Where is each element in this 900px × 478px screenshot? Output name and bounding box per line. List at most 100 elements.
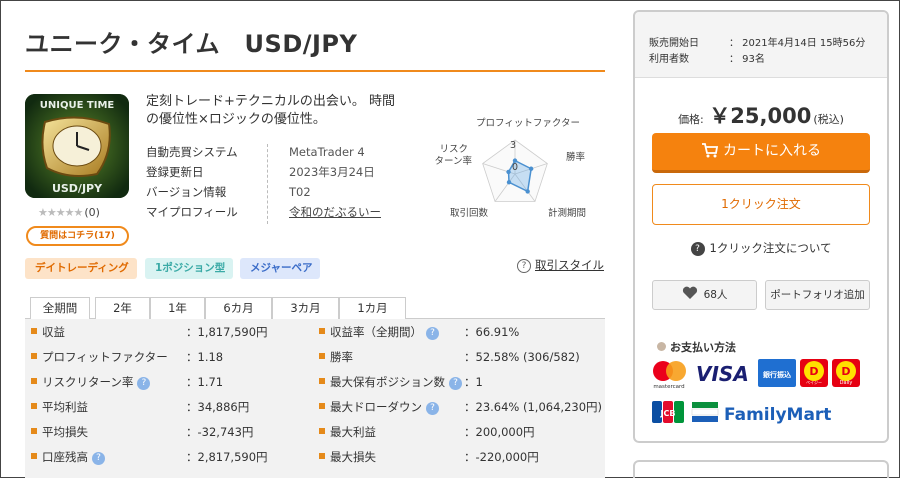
svg-text:D: D	[841, 365, 850, 378]
bullet-square	[319, 428, 325, 434]
users-row: 利用者数： 93名	[649, 54, 765, 65]
stat-right-row: 勝率 ：52.58% (306/582)	[319, 346, 609, 368]
radar-label-risk-2: ターン率	[434, 155, 472, 167]
stat-right-value: ：-220,000円	[464, 450, 539, 464]
stat-right-value: ：66.91%	[464, 325, 520, 339]
stat-left-row: 平均利益 ：34,886円	[31, 396, 321, 418]
tab-3m[interactable]: 3カ月	[272, 297, 339, 319]
radar-point	[506, 169, 511, 175]
stat-left-row: 収益 ：1,817,590円	[31, 321, 321, 343]
price-amount: ￥25,000	[709, 104, 812, 128]
stat-right-label: 勝率	[330, 350, 353, 364]
stat-right-value: ：23.64% (1,064,230円)	[464, 400, 603, 414]
stat-right-label: 最大利益	[330, 425, 376, 439]
bullet-square	[31, 353, 37, 359]
tag-one-position[interactable]: 1ポジション型	[145, 258, 233, 279]
heart-icon	[682, 286, 697, 299]
about-one-click-link[interactable]: ? 1クリック注文について	[635, 240, 887, 256]
stat-left-label: 収益	[42, 325, 65, 339]
tag-daytrade[interactable]: デイトレーディング	[25, 258, 137, 279]
add-to-cart-button[interactable]: カートに入れる	[652, 133, 870, 173]
product-tagline: 定刻トレード+テクニカルの出会い。 時間の優位性×ロジックの優位性。	[146, 94, 396, 127]
bullet-square	[31, 378, 37, 384]
help-icon[interactable]: ?	[426, 327, 439, 340]
radar-label-risk-1: リスク	[439, 144, 468, 155]
stat-left-value: ：34,886円	[186, 400, 250, 414]
bullet-square	[319, 328, 325, 334]
stat-left-value: ：-32,743円	[186, 425, 254, 439]
radar-chart: プロフィットファクター 勝率 計測期間 取引回数 リスク ターン率 3 0	[434, 118, 586, 219]
price: 価格: ￥25,000 (税込)	[678, 104, 844, 128]
stat-right-label: 収益率（全期間）	[330, 325, 422, 339]
product-image[interactable]: UNIQUE TIME USD/JPY	[25, 94, 129, 198]
info-value-version: T02	[289, 185, 311, 199]
svg-text:Daily: Daily	[840, 380, 853, 386]
one-click-order-button[interactable]: 1クリック注文	[652, 184, 870, 225]
title-rule	[25, 70, 605, 72]
info-divider	[267, 144, 268, 224]
tab-2y[interactable]: 2年	[95, 297, 150, 319]
bullet-square	[31, 453, 37, 459]
add-portfolio-button[interactable]: ポートフォリオ追加	[765, 280, 870, 310]
info-value-system: MetaTrader 4	[289, 145, 365, 159]
info-label-system: 自動売買システム	[146, 145, 238, 159]
bullet-square	[319, 353, 325, 359]
radar-label-winrate: 勝率	[566, 151, 586, 163]
payment-logos: mastercard VISA 銀行振込 D ペイジー D Daily JCB	[652, 359, 860, 425]
question-icon: ?	[690, 242, 705, 256]
help-icon[interactable]: ?	[449, 377, 462, 390]
payment-methods-title: お支払い方法	[657, 339, 736, 355]
stat-left-label: 口座残高	[42, 450, 88, 464]
help-icon[interactable]: ?	[426, 402, 439, 415]
tab-1y[interactable]: 1年	[150, 297, 205, 319]
svg-text:mastercard: mastercard	[653, 384, 684, 390]
stat-left-label: 平均損失	[42, 425, 88, 439]
bullet-square	[319, 378, 325, 384]
stat-right-value: ：1	[464, 375, 483, 389]
qa-button[interactable]: 質問はコチラ(17)	[26, 226, 129, 246]
profile-link[interactable]: 令和のだぶるいー	[289, 202, 429, 223]
tab-all-period[interactable]: 全期間	[30, 297, 90, 320]
help-icon[interactable]: ?	[137, 377, 151, 390]
tab-1m[interactable]: 1カ月	[339, 297, 406, 319]
bullet-square	[319, 453, 325, 459]
info-label-updated: 登録更新日	[146, 165, 204, 179]
bullet-square	[319, 403, 325, 409]
tab-6m[interactable]: 6カ月	[205, 297, 272, 319]
stat-right-label: 最大保有ポジション数	[330, 375, 445, 389]
radar-label-period: 計測期間	[548, 207, 586, 219]
stat-right-value: ：52.58% (306/582)	[464, 350, 580, 364]
tag-major-pair[interactable]: メジャーペア	[240, 258, 320, 279]
sidebar-header: 販売開始日： 2021年4月14日 15時56分 利用者数： 93名	[635, 12, 887, 78]
radar-point	[525, 189, 530, 194]
stat-left-row: プロフィットファクター ：1.18	[31, 346, 321, 368]
radar-scale-zero: 0	[512, 162, 518, 173]
stat-left-label: 平均利益	[42, 400, 88, 414]
radar-point	[528, 166, 534, 171]
review-count: (0)	[84, 206, 100, 219]
radar-scale-max: 3	[510, 140, 516, 151]
image-text-top: UNIQUE TIME	[40, 100, 115, 111]
stat-left-row: 平均損失 ：-32,743円	[31, 421, 321, 443]
trade-style-link[interactable]: ? 取引スタイル	[517, 257, 604, 273]
daily-logo: D Daily	[832, 359, 860, 387]
svg-text:ペイジー: ペイジー	[806, 379, 822, 385]
help-icon[interactable]: ?	[92, 452, 105, 465]
stat-left-row: リスクリターン率? ：1.71	[31, 371, 321, 393]
purchase-sidebar: 販売開始日： 2021年4月14日 15時56分 利用者数： 93名 価格: ￥…	[633, 10, 889, 443]
rating-stars: ★★★★★ (0)	[38, 206, 100, 219]
radar-point	[506, 180, 512, 185]
bullet-square	[31, 403, 37, 409]
favorite-button[interactable]: 68人	[652, 280, 757, 310]
cart-icon	[702, 143, 719, 158]
info-value-updated: 2023年3月24日	[289, 165, 375, 179]
stats-panel: 収益 ：1,817,590円 プロフィットファクター ：1.18 リスクリターン率? ：1…	[25, 319, 605, 478]
bank-transfer-logo: 銀行振込	[758, 359, 796, 387]
stat-left-value: ：1.71	[186, 375, 224, 389]
visa-logo: VISA	[696, 362, 749, 386]
payeasy-logo: D ペイジー	[800, 359, 828, 387]
svg-text:D: D	[809, 365, 818, 378]
price-tax: (税込)	[813, 113, 844, 126]
page-title: ユニーク・タイム USD/JPY	[25, 30, 358, 58]
sale-start-row: 販売開始日： 2021年4月14日 15時56分	[649, 38, 866, 49]
